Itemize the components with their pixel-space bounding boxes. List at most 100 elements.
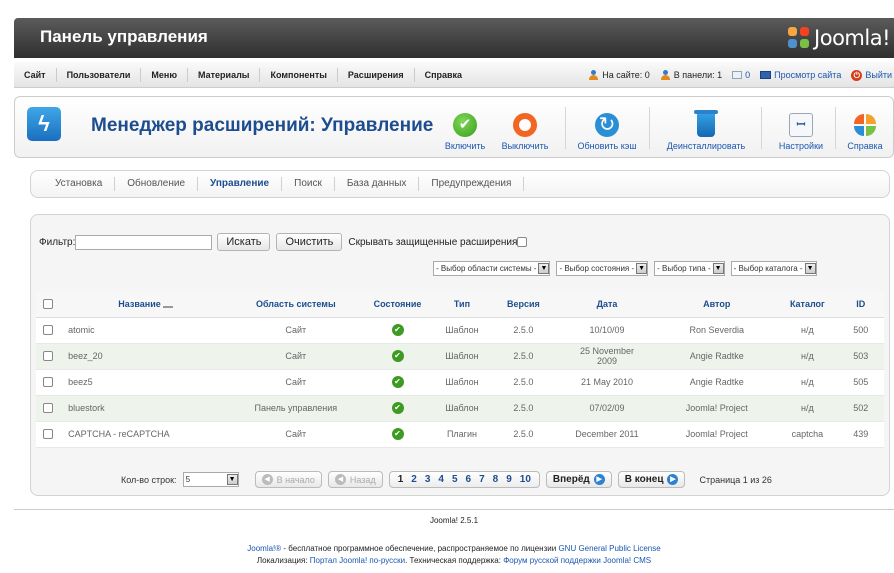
tab-warnings[interactable]: Предупреждения bbox=[419, 177, 525, 191]
row-id: 439 bbox=[837, 421, 884, 448]
page-number[interactable]: 3 bbox=[423, 474, 433, 485]
disable-button[interactable]: Выключить bbox=[495, 105, 555, 151]
col-version[interactable]: Версия bbox=[489, 291, 558, 318]
enabled-check-icon[interactable]: ✔ bbox=[391, 350, 404, 362]
filter-bar: Фильтр: Искать Очистить Скрывать защищен… bbox=[39, 233, 528, 251]
main-content: Фильтр: Искать Очистить Скрывать защищен… bbox=[30, 214, 890, 496]
row-name: beez5 bbox=[60, 369, 232, 396]
search-button[interactable]: Искать bbox=[217, 233, 271, 251]
joomla-link[interactable]: Joomla!® bbox=[247, 544, 281, 553]
uninstall-button[interactable]: Деинсталлировать bbox=[663, 105, 749, 151]
messages-link[interactable]: 0 bbox=[732, 70, 750, 80]
enabled-check-icon[interactable]: ✔ bbox=[391, 376, 404, 388]
prev-page-button[interactable]: ◀ Назад bbox=[327, 471, 383, 488]
last-page-button[interactable]: В конец ▶ bbox=[617, 471, 686, 488]
menu-help[interactable]: Справка bbox=[415, 68, 472, 82]
prev-page-icon: ◀ bbox=[334, 474, 346, 485]
admin-user-icon bbox=[660, 70, 671, 80]
row-type: Шаблон bbox=[434, 395, 490, 422]
page-number[interactable]: 4 bbox=[436, 474, 446, 485]
select-all-checkbox[interactable] bbox=[43, 299, 54, 310]
enable-button[interactable]: Включить bbox=[443, 105, 487, 151]
menu-menus[interactable]: Меню bbox=[141, 67, 189, 82]
client-select[interactable]: - Выбор области системы - ▼ bbox=[433, 261, 551, 276]
row-checkbox[interactable] bbox=[43, 403, 54, 414]
page-number[interactable]: 10 bbox=[518, 474, 533, 485]
col-folder[interactable]: Каталог bbox=[777, 291, 838, 318]
view-site-link[interactable]: Просмотр сайта bbox=[760, 70, 841, 80]
first-page-label: В начало bbox=[276, 474, 315, 485]
col-status[interactable]: Состояние bbox=[360, 291, 435, 318]
logout-link[interactable]: ⏻ Выйти bbox=[851, 69, 892, 81]
page-number[interactable]: 7 bbox=[477, 474, 487, 485]
page-number[interactable]: 6 bbox=[464, 474, 474, 485]
hide-protected-checkbox[interactable] bbox=[517, 237, 528, 247]
refresh-cache-button[interactable]: Обновить кэш bbox=[575, 105, 639, 151]
enabled-check-icon[interactable]: ✔ bbox=[391, 428, 404, 440]
col-date[interactable]: Дата bbox=[557, 291, 657, 318]
first-page-button[interactable]: ◀ В начало bbox=[254, 471, 322, 488]
col-name[interactable]: Название bbox=[60, 291, 232, 318]
menu-components[interactable]: Компоненты bbox=[260, 67, 338, 82]
page-number: 1 bbox=[397, 474, 404, 485]
filter-search-input[interactable] bbox=[75, 234, 213, 250]
enabled-check-icon[interactable]: ✔ bbox=[391, 402, 404, 414]
footer-license-text: - бесплатное программное обеспечение, ра… bbox=[281, 544, 559, 553]
folder-select[interactable]: - Выбор каталога - ▼ bbox=[730, 261, 817, 276]
col-type[interactable]: Тип bbox=[434, 291, 490, 318]
rows-per-page-select[interactable]: 5 ▼ bbox=[182, 472, 239, 487]
type-select-value: - Выбор типа - bbox=[657, 264, 711, 273]
row-checkbox[interactable] bbox=[43, 429, 54, 440]
tab-install[interactable]: Установка bbox=[43, 177, 116, 191]
filter-selects: - Выбор области системы - ▼ - Выбор состо… bbox=[433, 261, 817, 276]
uninstall-label: Деинсталлировать bbox=[666, 141, 746, 151]
row-version: 2.5.0 bbox=[489, 421, 558, 448]
page-number[interactable]: 8 bbox=[491, 474, 501, 485]
row-type: Шаблон bbox=[434, 343, 490, 370]
tab-discover[interactable]: Поиск bbox=[282, 177, 335, 191]
row-client: Панель управления bbox=[231, 395, 361, 422]
logout-icon: ⏻ bbox=[851, 69, 863, 81]
row-status: ✔ bbox=[360, 317, 435, 344]
page-number[interactable]: 9 bbox=[504, 474, 514, 485]
menu-site[interactable]: Сайт bbox=[14, 67, 57, 82]
row-checkbox[interactable] bbox=[43, 325, 54, 336]
settings-button[interactable]: ꟷ Настройки bbox=[775, 105, 827, 151]
menu-extensions[interactable]: Расширения bbox=[338, 67, 415, 82]
toolbar-divider bbox=[835, 107, 836, 149]
help-button[interactable]: Справка bbox=[841, 105, 889, 151]
joomla-logo[interactable]: Joomla! bbox=[788, 24, 890, 52]
col-author[interactable]: Автор bbox=[656, 291, 778, 318]
next-page-label: Вперёд bbox=[552, 474, 590, 485]
row-date: 07/02/09 bbox=[557, 395, 657, 422]
table-row: beez5 Сайт ✔ Шаблон 2.5.0 21 May 2010 An… bbox=[36, 369, 884, 396]
state-select[interactable]: - Выбор состояния - ▼ bbox=[556, 261, 649, 276]
gpl-link[interactable]: GNU General Public License bbox=[558, 544, 660, 553]
sort-icon bbox=[163, 300, 174, 309]
tab-database[interactable]: База данных bbox=[335, 177, 420, 191]
submenu-tabs: Установка Обновление Управление Поиск Ба… bbox=[30, 170, 890, 198]
tab-update[interactable]: Обновление bbox=[115, 177, 199, 191]
next-page-button[interactable]: Вперёд ▶ bbox=[545, 471, 612, 488]
clear-button[interactable]: Очистить bbox=[276, 233, 343, 251]
page-number[interactable]: 5 bbox=[450, 474, 460, 485]
russian-portal-link[interactable]: Портал Joomla! по-русски bbox=[310, 556, 405, 565]
enabled-check-icon[interactable]: ✔ bbox=[391, 324, 404, 336]
tab-manage[interactable]: Управление bbox=[198, 177, 283, 191]
col-id[interactable]: ID bbox=[837, 291, 884, 318]
row-date: 21 May 2010 bbox=[557, 369, 657, 396]
hide-protected-label: Скрывать защищенные расширения bbox=[348, 236, 518, 248]
extensions-table: Название Область системы Состояние Тип В… bbox=[36, 291, 884, 448]
menu-content[interactable]: Материалы bbox=[188, 67, 261, 82]
col-client[interactable]: Область системы bbox=[231, 291, 361, 318]
row-checkbox-cell bbox=[36, 395, 61, 422]
row-checkbox[interactable] bbox=[43, 351, 54, 362]
page-number[interactable]: 2 bbox=[409, 474, 419, 485]
row-id: 500 bbox=[837, 317, 884, 344]
row-checkbox[interactable] bbox=[43, 377, 54, 388]
table-header-row: Название Область системы Состояние Тип В… bbox=[36, 291, 884, 318]
type-select[interactable]: - Выбор типа - ▼ bbox=[654, 261, 725, 276]
user-icon bbox=[588, 70, 599, 80]
support-forum-link[interactable]: Форум русской поддержки Joomla! CMS bbox=[503, 556, 651, 565]
menu-users[interactable]: Пользователи bbox=[57, 67, 142, 82]
